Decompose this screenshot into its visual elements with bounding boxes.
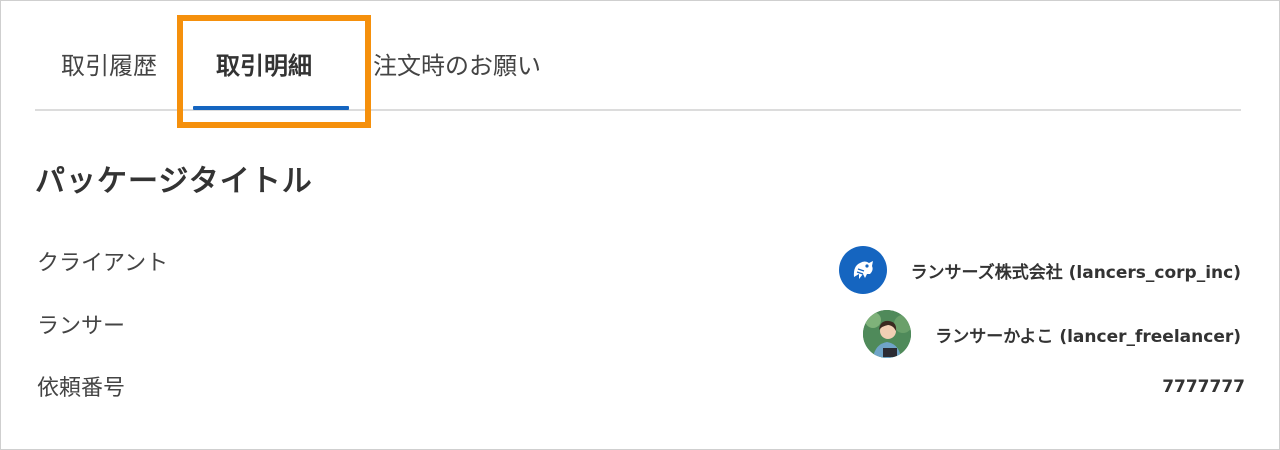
tab-transaction-history[interactable]: 取引履歴 xyxy=(61,49,157,83)
lancer-label: ランサー xyxy=(37,314,126,339)
package-title: パッケージタイトル xyxy=(35,164,313,199)
lancers-logo-icon xyxy=(838,246,887,294)
client-user[interactable]: ランサーズ株式会社 (lancers_corp_inc) xyxy=(838,246,1241,294)
client-label: クライアント xyxy=(37,251,169,276)
request-number-value: 7777777 xyxy=(1162,377,1245,397)
client-name[interactable]: ランサーズ株式会社 (lancers_corp_inc) xyxy=(911,258,1241,283)
transaction-panel: 取引履歴 取引明細 注文時のお願い パッケージタイトル クライアント ランサーズ… xyxy=(0,0,1280,450)
request-number-label: 依頼番号 xyxy=(37,376,126,401)
lancer-user[interactable]: ランサーかよこ (lancer_freelancer) xyxy=(863,310,1241,358)
highlight-annotation xyxy=(177,15,371,128)
lancer-name[interactable]: ランサーかよこ (lancer_freelancer) xyxy=(935,322,1241,347)
user-photo-avatar xyxy=(863,310,912,358)
tab-order-requests[interactable]: 注文時のお願い xyxy=(373,49,541,83)
